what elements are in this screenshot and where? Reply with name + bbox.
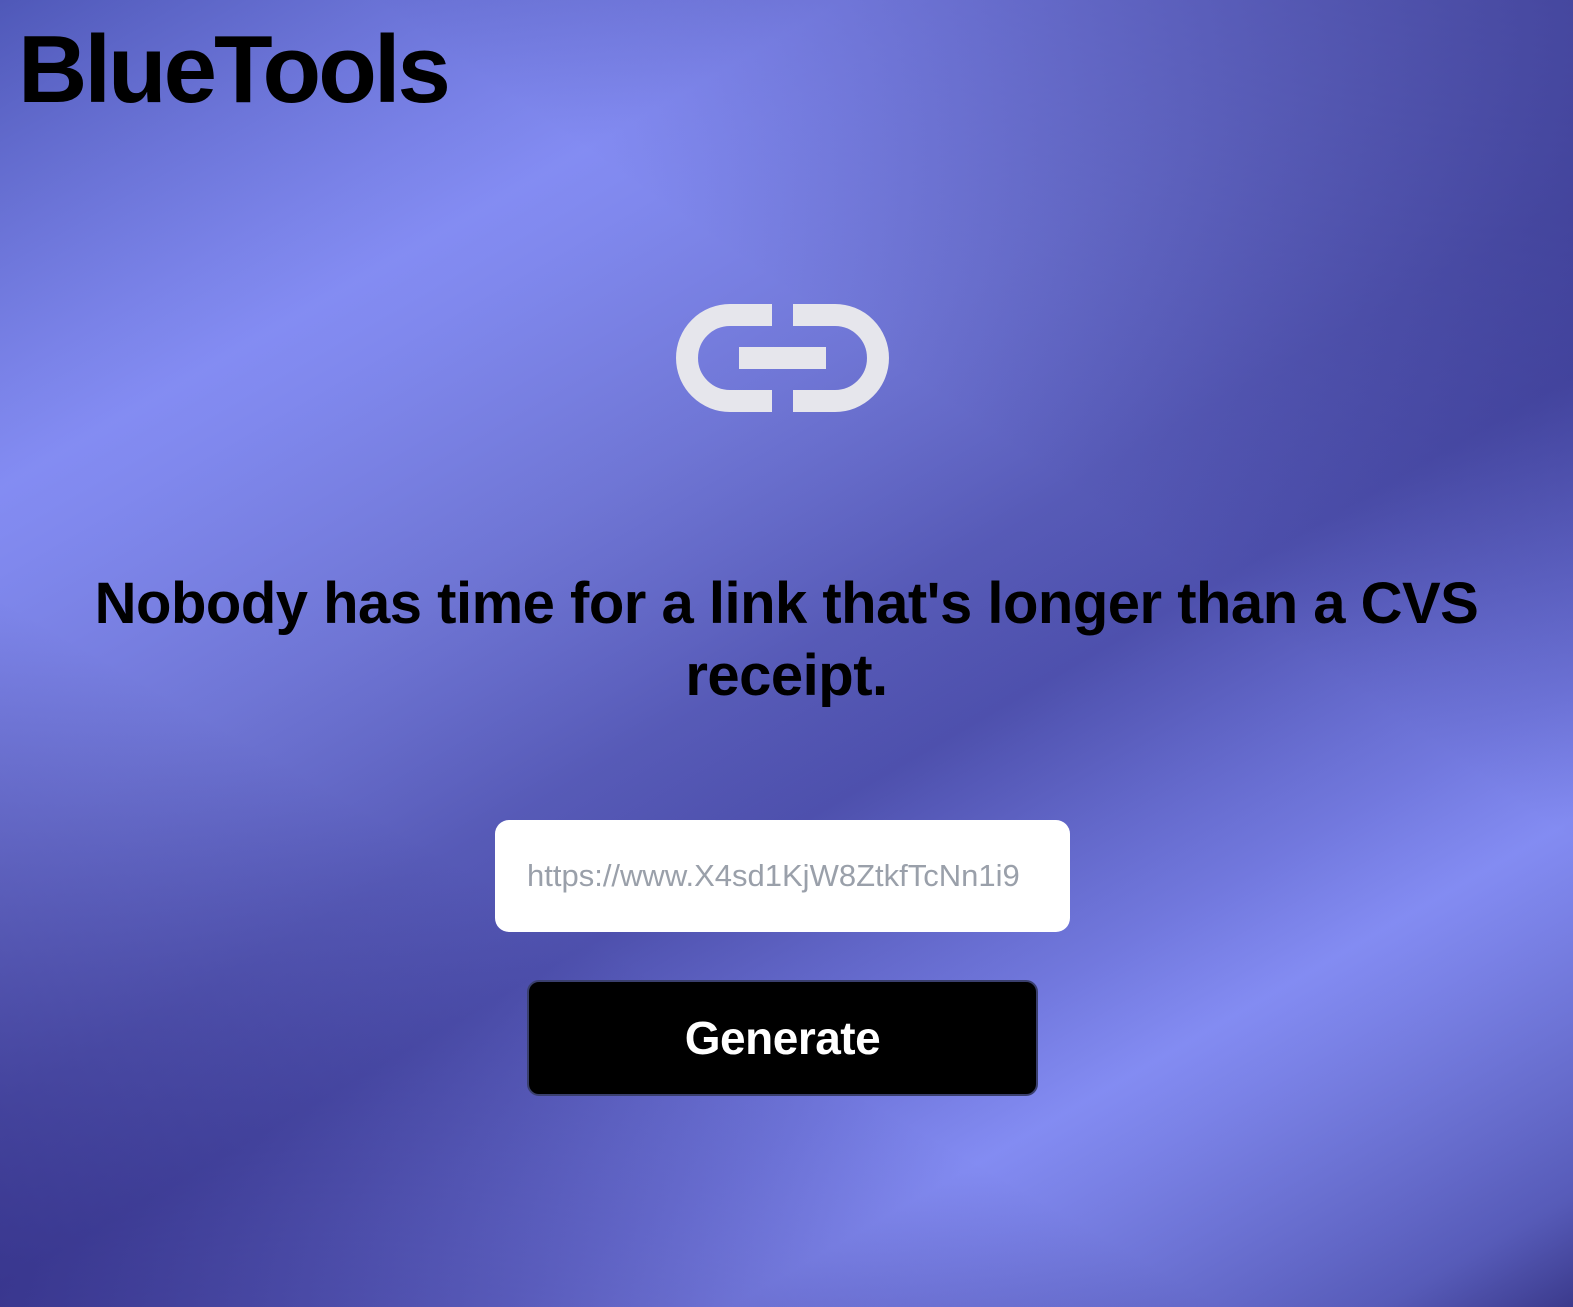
brand-logo: BlueTools [18,16,451,123]
headline: Nobody has time for a link that's longer… [94,571,1479,708]
link-icon [676,304,889,412]
generate-button[interactable]: Generate [527,980,1038,1096]
url-input[interactable] [495,820,1070,932]
